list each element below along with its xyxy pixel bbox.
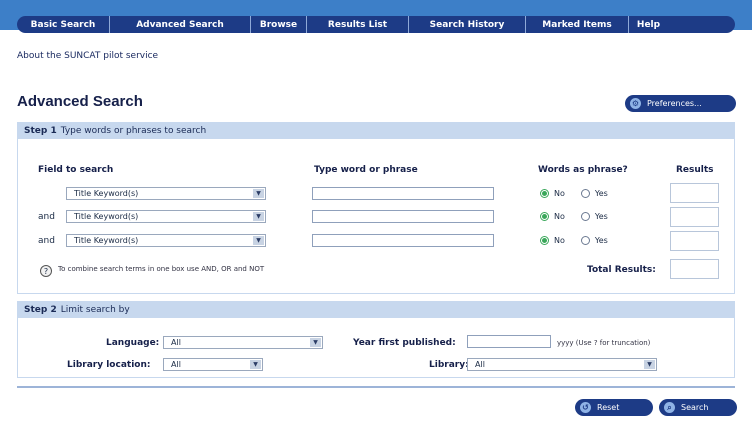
nav-search-history[interactable]: Search History [409, 16, 526, 33]
year-published-label: Year first published: [353, 338, 456, 348]
phrase-no-radio-1[interactable] [540, 189, 549, 198]
library-location-label: Library location: [67, 360, 151, 370]
phrase-no-label-1: No [554, 189, 565, 198]
search-term-input-3[interactable] [312, 234, 494, 247]
search-term-input-1[interactable] [312, 187, 494, 200]
phrase-yes-label-3: Yes [594, 236, 608, 245]
language-select[interactable]: All ▼ [163, 336, 323, 349]
words-as-phrase-header: Words as phrase? [538, 165, 628, 175]
chevron-down-icon: ▼ [253, 212, 264, 221]
language-value: All [171, 338, 181, 347]
phrase-yes-radio-2[interactable] [580, 212, 590, 221]
about-link[interactable]: About the SUNCAT pilot service [17, 51, 158, 61]
field-select-2[interactable]: Title Keyword(s) ▼ [66, 210, 266, 223]
preferences-label: Preferences... [647, 99, 702, 108]
year-hint: yyyy (Use ? for truncation) [557, 339, 651, 347]
phrase-yes-label-2: Yes [594, 212, 608, 221]
results-box-1 [670, 183, 719, 203]
step2-header: Step 2 Limit search by [17, 301, 735, 318]
phrase-radio-group-3: No Yes [540, 236, 608, 245]
gear-icon: ⚙ [630, 98, 641, 109]
question-icon[interactable]: ? [40, 265, 52, 277]
reset-label: Reset [597, 403, 620, 412]
phrase-radio-group-2: No Yes [540, 212, 608, 221]
library-label: Library: [429, 360, 469, 370]
field-select-1[interactable]: Title Keyword(s) ▼ [66, 187, 266, 200]
field-select-3[interactable]: Title Keyword(s) ▼ [66, 234, 266, 247]
chevron-down-icon: ▼ [250, 360, 261, 369]
library-location-select[interactable]: All ▼ [163, 358, 263, 371]
phrase-radio-group-1: No Yes [540, 189, 608, 198]
phrase-yes-radio-1[interactable] [580, 189, 590, 198]
nav-advanced-search[interactable]: Advanced Search [110, 16, 251, 33]
year-published-input[interactable] [467, 335, 551, 348]
chevron-down-icon: ▼ [253, 236, 264, 245]
total-results-box [670, 259, 719, 279]
nav-results-list[interactable]: Results List [307, 16, 409, 33]
search-label: Search [681, 403, 709, 412]
nav-help[interactable]: Help [629, 16, 668, 33]
library-location-value: All [171, 360, 181, 369]
phrase-yes-label-1: Yes [594, 189, 608, 198]
results-box-3 [670, 231, 719, 251]
reset-icon: ↺ [580, 402, 591, 413]
chevron-down-icon: ▼ [253, 189, 264, 198]
word-phrase-header: Type word or phrase [314, 165, 418, 175]
search-button[interactable]: ⌕ Search [659, 399, 737, 416]
step1-text: Type words or phrases to search [60, 125, 207, 136]
phrase-no-label-2: No [554, 212, 565, 221]
phrase-no-radio-2[interactable] [540, 212, 549, 221]
magnifier-icon: ⌕ [664, 402, 675, 413]
nav-marked-items[interactable]: Marked Items [526, 16, 629, 33]
step1-header: Step 1 Type words or phrases to search [17, 122, 735, 139]
field-select-3-value: Title Keyword(s) [74, 236, 139, 245]
phrase-yes-radio-3[interactable] [580, 236, 590, 245]
nav-browse[interactable]: Browse [251, 16, 307, 33]
phrase-no-radio-3[interactable] [540, 236, 549, 245]
connector-label-2: and [38, 212, 55, 222]
reset-button[interactable]: ↺ Reset [575, 399, 653, 416]
main-nav: Basic Search Advanced Search Browse Results… [17, 16, 735, 33]
field-select-1-value: Title Keyword(s) [74, 189, 139, 198]
phrase-no-label-3: No [554, 236, 565, 245]
field-to-search-header: Field to search [38, 165, 114, 175]
library-select[interactable]: All ▼ [467, 358, 657, 371]
divider [17, 386, 735, 388]
search-term-input-2[interactable] [312, 210, 494, 223]
results-header: Results [676, 165, 714, 175]
chevron-down-icon: ▼ [310, 338, 321, 347]
connector-label-3: and [38, 236, 55, 246]
nav-basic-search[interactable]: Basic Search [17, 16, 110, 33]
chevron-down-icon: ▼ [644, 360, 655, 369]
step2-text: Limit search by [60, 304, 130, 315]
step1-number: Step 1 [24, 125, 57, 136]
field-select-2-value: Title Keyword(s) [74, 212, 139, 221]
total-results-label: Total Results: [587, 265, 656, 275]
help-text: To combine search terms in one box use A… [58, 265, 265, 273]
library-value: All [475, 360, 485, 369]
language-label: Language: [106, 338, 160, 348]
preferences-button[interactable]: ⚙ Preferences... [625, 95, 736, 112]
page-title: Advanced Search [17, 93, 143, 110]
results-box-2 [670, 207, 719, 227]
step2-number: Step 2 [24, 304, 57, 315]
